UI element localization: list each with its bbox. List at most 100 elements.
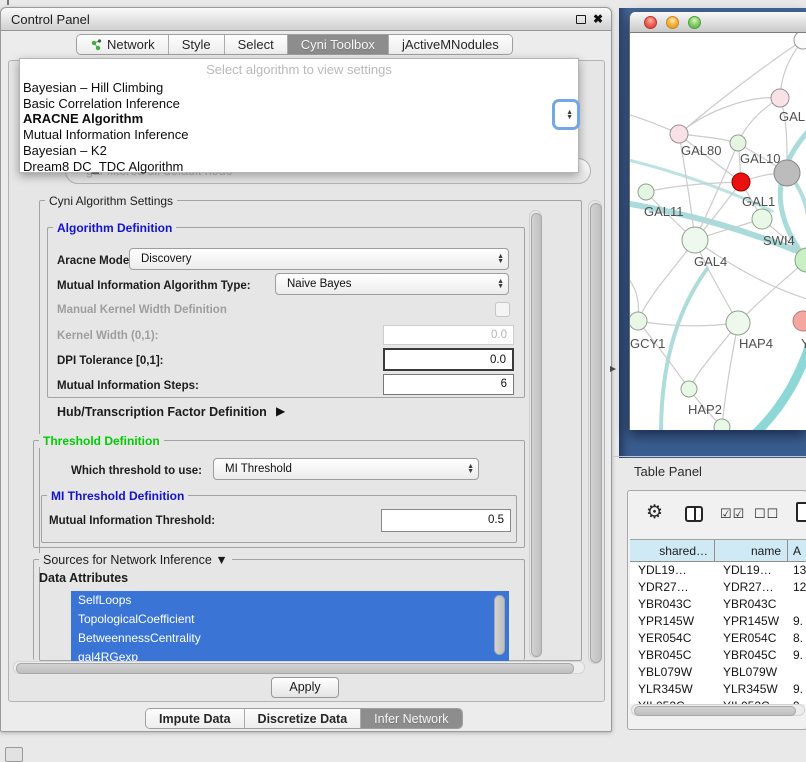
network-window-titlebar[interactable]: [630, 12, 806, 33]
horizontal-scrollbar-thumb[interactable]: [16, 663, 574, 674]
settings-scrollbar-track[interactable]: [529, 210, 542, 658]
dpi-tolerance-field[interactable]: 0.0: [383, 348, 514, 371]
edge-artifact: [7, 0, 9, 5]
float-icon[interactable]: [576, 15, 586, 24]
panel-scrollbar-thumb[interactable]: [590, 203, 602, 663]
control-panel-window: Control Panel ✖ Network Style Select Cyn…: [0, 7, 612, 732]
table-cell: 8.: [788, 630, 806, 647]
data-attribute-item[interactable]: SelfLoops: [71, 591, 509, 610]
tab-network[interactable]: Network: [77, 35, 168, 54]
dpi-tolerance-label: DPI Tolerance [0,1]:: [57, 355, 164, 367]
control-panel-titlebar[interactable]: Control Panel ✖: [1, 8, 611, 31]
network-edge: [722, 323, 738, 427]
network-node-hap4[interactable]: [726, 311, 750, 335]
new-table-icon[interactable]: [796, 502, 806, 522]
algorithm-option[interactable]: ARACNE Algorithm: [20, 111, 578, 127]
network-node-gal1[interactable]: [752, 209, 772, 229]
mi-steps-field[interactable]: 6: [383, 374, 514, 395]
attributes-list-scrollbar[interactable]: [494, 595, 505, 655]
table-hscrollbar-track[interactable]: [631, 704, 805, 716]
tab-infer-network[interactable]: Infer Network: [360, 709, 461, 728]
node-label: SWI4: [763, 233, 795, 248]
tab-discretize-data-label: Discretize Data: [258, 709, 348, 729]
table-row[interactable]: YBR043CYBR043C: [630, 596, 806, 613]
table-cell: YPR145W: [630, 613, 715, 630]
tab-style-label: Style: [182, 35, 211, 55]
data-attribute-item[interactable]: TopologicalCoefficient: [71, 610, 509, 629]
table-row[interactable]: YDR27…YDR27…12: [630, 579, 806, 596]
columns-icon[interactable]: [685, 506, 703, 522]
network-node-gal10[interactable]: [730, 135, 746, 151]
network-node-hap2[interactable]: [681, 381, 697, 397]
algorithm-combo-fragment[interactable]: ▲▼: [552, 99, 580, 130]
mi-type-value: Naive Bayes: [287, 274, 352, 295]
mi-type-combo[interactable]: Naive Bayes ▲▼: [275, 273, 509, 295]
table-hscrollbar-thumb[interactable]: [634, 706, 796, 716]
table-row[interactable]: YER054CYER054C8.: [630, 630, 806, 647]
table-cell: YBR043C: [630, 596, 715, 613]
mi-type-label: Mutual Information Algorithm Type:: [57, 280, 251, 292]
network-node[interactable]: [794, 33, 806, 49]
table-row[interactable]: YPR145WYPR145W9.: [630, 613, 806, 630]
tab-select[interactable]: Select: [224, 35, 287, 54]
close-icon[interactable]: ✖: [593, 8, 603, 31]
mi-threshold-field[interactable]: 0.5: [381, 509, 511, 532]
tab-impute-data[interactable]: Impute Data: [146, 709, 244, 728]
table-body: YDL19…YDL19…13YDR27…YDR27…12YBR043CYBR04…: [630, 562, 806, 704]
panel-dock-icon[interactable]: [5, 747, 23, 762]
data-attribute-item[interactable]: gal4RGexp: [71, 648, 509, 661]
zoom-traffic-light[interactable]: [688, 16, 701, 29]
hub-section-label: Hub/Transcription Factor Definition: [57, 405, 267, 419]
network-node-y[interactable]: [793, 311, 806, 331]
table-row[interactable]: YDL19…YDL19…13: [630, 562, 806, 579]
table-row[interactable]: YLR345WYLR345W9.: [630, 681, 806, 698]
tab-cyni-toolbox[interactable]: Cyni Toolbox: [287, 35, 388, 54]
data-attributes-list[interactable]: SelfLoopsTopologicalCoefficientBetweenne…: [71, 591, 509, 661]
column-header-partial[interactable]: A: [788, 540, 806, 561]
network-node-gal11[interactable]: [638, 184, 654, 200]
network-node[interactable]: [714, 419, 730, 430]
select-all-rows-icon[interactable]: ☑☑: [720, 506, 745, 522]
node-label: GAL1: [742, 194, 775, 209]
tab-style[interactable]: Style: [168, 35, 224, 54]
aracne-mode-value: Discovery: [141, 249, 191, 270]
minimize-traffic-light[interactable]: [666, 16, 679, 29]
aracne-mode-combo[interactable]: Discovery ▲▼: [129, 248, 509, 270]
cyni-algorithm-settings-title: Cyni Algorithm Settings: [45, 194, 177, 208]
network-node-gcy1[interactable]: [630, 312, 647, 330]
node-label: GAL80: [681, 143, 721, 158]
panel-scrollbar-track[interactable]: [588, 200, 602, 664]
network-graph[interactable]: GALGAL80GAL10GAL1GAL11SWI4GAL4GCY1HAP4YH…: [630, 33, 806, 430]
close-traffic-light[interactable]: [644, 16, 657, 29]
gear-icon[interactable]: ⚙: [646, 501, 663, 524]
horizontal-scrollbar-track[interactable]: [13, 661, 585, 674]
network-node-gal[interactable]: [771, 89, 789, 107]
node-label: GAL10: [740, 151, 780, 166]
which-threshold-combo[interactable]: MI Threshold ▲▼: [213, 458, 479, 480]
settings-scrollbar-thumb[interactable]: [531, 213, 542, 657]
hub-expand-icon[interactable]: ▶: [276, 404, 285, 418]
algorithm-option[interactable]: Mutual Information Inference: [20, 127, 578, 143]
deselect-all-rows-icon[interactable]: ☐☐: [754, 506, 779, 522]
algorithm-option[interactable]: Bayesian – K2: [20, 143, 578, 159]
data-attribute-item[interactable]: BetweennessCentrality: [71, 629, 509, 648]
manual-kernel-checkbox[interactable]: [495, 302, 510, 317]
algorithm-option[interactable]: Dream8 DC_TDC Algorithm: [20, 159, 578, 175]
apply-button[interactable]: Apply: [271, 677, 339, 698]
network-node-gal80[interactable]: [670, 125, 688, 143]
algorithm-option[interactable]: Basic Correlation Inference: [20, 96, 578, 112]
table-row[interactable]: YBR045CYBR045C9.: [630, 647, 806, 664]
algorithm-dropdown-prompt: Select algorithm to view settings: [20, 59, 578, 80]
column-header-shared-name[interactable]: shared…: [630, 540, 715, 561]
tab-discretize-data[interactable]: Discretize Data: [244, 709, 361, 728]
table-row[interactable]: YBL079WYBL079W: [630, 664, 806, 681]
network-node-gal4[interactable]: [682, 227, 708, 253]
network-node[interactable]: [732, 173, 750, 191]
algorithm-option[interactable]: Bayesian – Hill Climbing: [20, 80, 578, 96]
column-header-name[interactable]: name: [715, 540, 788, 561]
algorithm-dropdown-list: Bayesian – Hill ClimbingBasic Correlatio…: [20, 80, 578, 174]
sources-collapse-icon[interactable]: ▼: [215, 553, 227, 567]
tab-jactivemnodules[interactable]: jActiveMNodules: [388, 35, 512, 54]
sources-group-title: Sources for Network Inference ▼: [39, 553, 232, 567]
kernel-width-field[interactable]: 0.0: [383, 325, 514, 345]
